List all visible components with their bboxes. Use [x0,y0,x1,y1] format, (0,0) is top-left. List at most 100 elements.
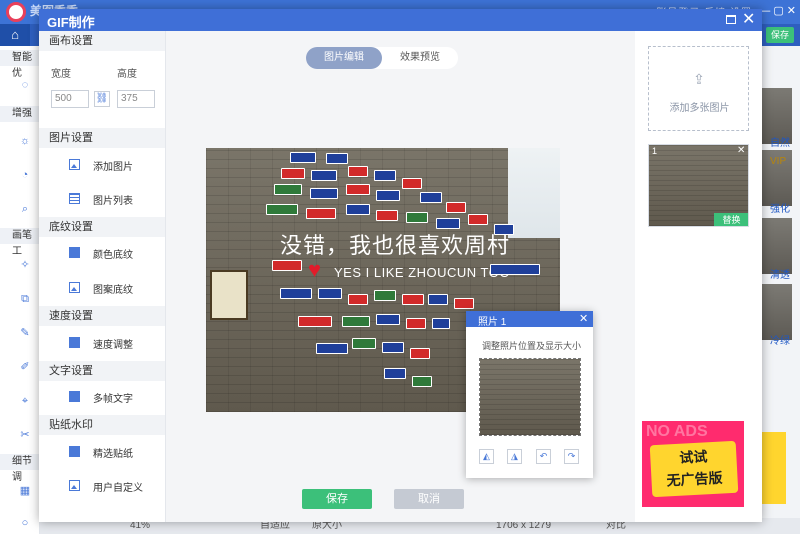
sidebar-tool-icon[interactable]: ✐ [18,360,32,374]
popup-close-icon[interactable]: ✕ [579,311,588,327]
street-sign [376,210,398,221]
rotate-left-icon[interactable]: ↶ [536,449,551,464]
replace-button[interactable]: 替换 [714,213,748,226]
street-sign [402,294,424,305]
custom-sticker-item[interactable]: 用户自定义 [69,478,159,494]
sidebar-tool-icon[interactable]: ⌕ [18,202,32,216]
remove-frame-icon[interactable]: ✕ [737,145,745,156]
popup-title: 照片 1 [478,317,507,328]
home-icon[interactable]: ⌂ [0,24,30,46]
street-sign [280,288,312,299]
sidebar-tool-icon[interactable]: ▦ [18,484,32,498]
sidebar-tool-icon[interactable]: ◔ [18,168,32,182]
flip-horizontal-icon[interactable]: ◭ [479,449,494,464]
speed-icon [69,337,80,348]
street-sign [346,204,370,215]
close-icon[interactable]: ✕ [742,10,755,30]
street-sign [374,290,396,301]
street-sign [428,294,448,305]
background-ad[interactable] [760,432,786,504]
street-sign [326,153,348,164]
color-icon [69,247,80,258]
street-sign [384,368,406,379]
pattern-texture-item[interactable]: 图案底纹 [69,280,159,296]
ad-line2: 无广告版 [666,469,723,489]
street-sign [402,178,422,189]
street-sign [281,168,305,179]
rotate-right-icon[interactable]: ↷ [564,449,579,464]
popup-crop-area[interactable] [479,358,581,436]
sidebar-tool-icon[interactable]: ✧ [18,258,32,272]
street-sign [316,343,348,354]
width-label: 宽度 [51,69,71,80]
add-image-item[interactable]: 添加图片 [69,157,159,173]
popup-titlebar: 照片 1 ✕ [466,311,593,328]
vip-badge: VIP [770,156,787,167]
frames-panel: ⇪ 添加多张图片 1 ✕ 替换 NO ADS 试试 无广告版 [635,31,762,522]
save-button[interactable]: 保存 [302,489,372,509]
effect-label: 强化 [770,204,790,215]
slogan-text: YES I LIKE ZHOUCUN TOO [334,265,510,280]
popup-image [480,359,580,435]
sidebar-tool-icon[interactable]: ○ [18,516,32,530]
pattern-icon [69,282,80,293]
street-sign [352,338,376,349]
app-save-button[interactable]: 保存 [766,27,794,43]
multiframe-text-item[interactable]: 多帧文字 [69,389,159,405]
street-sign [290,152,316,163]
section-speed: 速度设置 [39,306,165,326]
section-text: 文字设置 [39,361,165,381]
sidebar-tool-icon[interactable]: ◌ [18,78,32,92]
tab-image-edit[interactable]: 图片编辑 [306,47,382,69]
mode-tabs: 图片编辑 效果预览 [306,47,458,69]
speed-adjust-item[interactable]: 速度调整 [69,335,159,351]
featured-sticker-item[interactable]: 精选贴纸 [69,444,159,460]
street-sign [274,184,302,195]
street-sign [298,316,332,327]
cancel-button[interactable]: 取消 [394,489,464,509]
sidebar-tool-icon[interactable]: ⧉ [18,292,32,306]
photo-adjust-popup: 照片 1 ✕ 调整照片位置及显示大小 ◭ ◮ ↶ ↷ [466,311,593,478]
image-list-item[interactable]: 图片列表 [69,191,159,207]
window-controls-icon[interactable]: — ▢ ✕ [759,4,796,17]
street-sign [406,318,426,329]
width-input[interactable]: 500 [51,90,89,108]
image-list-label: 图片列表 [93,196,133,207]
flip-vertical-icon[interactable]: ◮ [507,449,522,464]
sidebar-tool-icon[interactable]: ⌖ [18,394,32,408]
maximize-icon[interactable] [726,15,736,24]
text-icon [69,391,80,402]
app-logo-icon [6,2,26,22]
list-icon [69,193,80,204]
street-sign [266,204,298,215]
street-sign [468,214,488,225]
sidebar-tool-icon[interactable]: ✎ [18,326,32,340]
street-sign [346,184,370,195]
frame-number: 1 [652,146,658,156]
street-sign [406,212,428,223]
street-sign [490,264,540,275]
effect-label: 冷绿 [770,336,790,347]
height-input[interactable]: 375 [117,90,155,108]
street-sign [454,298,474,309]
street-sign [318,288,342,299]
settings-panel: 画布设置 宽度 高度 500 ⛓ 375 图片设置 添加图片 图片列表 底纹设置… [39,31,166,522]
sidebar-section: 细节调 [0,454,40,483]
frame-thumbnail[interactable]: 1 ✕ 替换 [648,144,749,227]
sidebar-tool-icon[interactable]: ☼ [18,134,32,148]
multiframe-text-label: 多帧文字 [93,394,133,405]
link-ratio-icon[interactable]: ⛓ [94,91,110,107]
add-multiple-images-button[interactable]: ⇪ 添加多张图片 [648,46,749,131]
color-texture-item[interactable]: 颜色底纹 [69,245,159,261]
add-multiple-label: 添加多张图片 [669,103,730,114]
image-icon [69,159,80,170]
tab-preview[interactable]: 效果预览 [382,47,458,69]
popup-hint: 调整照片位置及显示大小 [482,341,582,351]
street-sign [348,294,368,305]
sidebar-tool-icon[interactable]: ✂ [18,428,32,442]
heart-icon: ♥ [308,257,322,282]
street-sign [342,316,370,327]
street-sign [310,188,338,199]
ad-banner[interactable]: NO ADS 试试 无广告版 [642,421,744,507]
speed-adjust-label: 速度调整 [93,340,133,351]
